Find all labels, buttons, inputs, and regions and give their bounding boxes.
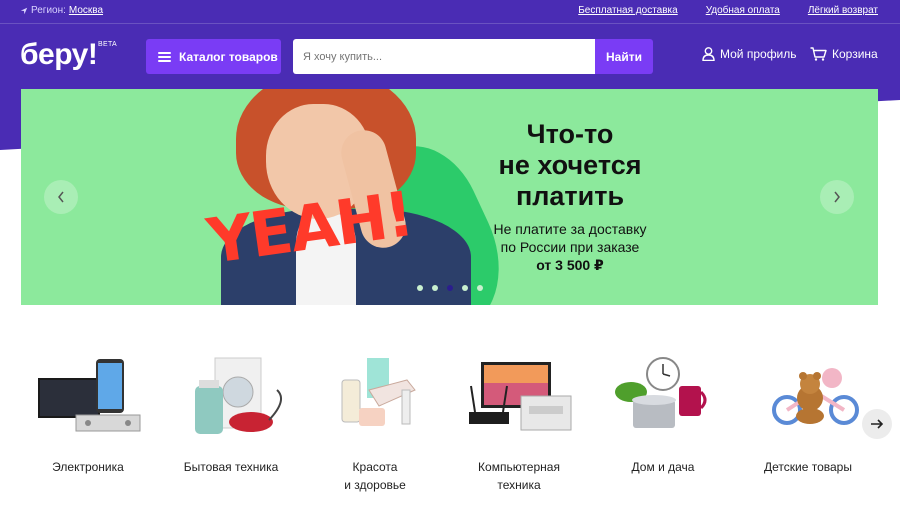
search-button[interactable]: Найти: [595, 39, 653, 74]
banner-title-line: платить: [515, 181, 625, 211]
cart-link[interactable]: Корзина: [810, 47, 878, 61]
electronics-icon: [38, 359, 141, 432]
logo[interactable]: беру!: [20, 36, 98, 74]
banner-subtitle: Не платите за доставку по России при зак…: [441, 220, 699, 274]
promo-banner[interactable]: YEAH! Что-то не хочется платить Не плати…: [21, 89, 878, 305]
banner-title-line: Что-то: [526, 119, 614, 149]
computer-icon: [469, 362, 572, 431]
search-input[interactable]: [293, 39, 595, 74]
category-label: Детские товары: [764, 460, 852, 474]
carousel-prev-button[interactable]: [44, 180, 78, 214]
category-label: Бытовая техника: [183, 460, 279, 474]
banner-subtitle-line: по России при заказе: [500, 239, 640, 255]
chevron-right-icon: [834, 191, 840, 203]
payment-link[interactable]: Удобная оплата: [706, 5, 780, 16]
appliances-icon: [195, 357, 283, 434]
logo-beta-badge: BETA: [98, 41, 117, 48]
profile-link[interactable]: Мой профиль: [702, 47, 797, 61]
returns-link[interactable]: Лёгкий возврат: [808, 5, 878, 16]
carousel-dot[interactable]: [417, 285, 423, 291]
category-label: Красота и здоровье: [344, 460, 406, 492]
catalog-button-label: Каталог товаров: [179, 49, 278, 64]
carousel-dot[interactable]: [477, 285, 483, 291]
user-icon: [702, 47, 715, 61]
chevron-left-icon: [58, 191, 64, 203]
region-selector[interactable]: Регион: Москва: [20, 5, 103, 16]
cart-label: Корзина: [832, 47, 878, 61]
categories-next-button[interactable]: [862, 409, 892, 439]
category-label: Дом и дача: [631, 460, 695, 474]
top-links: Бесплатная доставка Удобная оплата Лёгки…: [578, 5, 878, 16]
carousel-dot-active[interactable]: [447, 285, 453, 291]
carousel-dot[interactable]: [432, 285, 438, 291]
location-arrow-icon: [20, 7, 28, 14]
beauty-icon: [341, 358, 416, 426]
banner-title-line: не хочется: [498, 150, 642, 180]
region-city[interactable]: Москва: [69, 5, 103, 16]
banner-subtitle-amount: от 3 500 ₽: [536, 257, 604, 273]
kids-icon: [772, 368, 859, 425]
banner-subtitle-line: Не платите за доставку: [493, 221, 647, 237]
catalog-button[interactable]: Каталог товаров: [146, 39, 281, 74]
region-label: Регион:: [31, 5, 66, 16]
carousel-next-button[interactable]: [820, 180, 854, 214]
free-delivery-link[interactable]: Бесплатная доставка: [578, 5, 677, 16]
category-label: Электроника: [52, 460, 124, 474]
top-bar: Регион: Москва Бесплатная доставка Удобн…: [0, 0, 900, 24]
banner-title: Что-то не хочется платить: [441, 119, 699, 212]
profile-label: Мой профиль: [720, 47, 797, 61]
carousel-dots: [417, 285, 483, 291]
cart-icon: [810, 47, 827, 61]
carousel-dot[interactable]: [462, 285, 468, 291]
home-icon: [615, 357, 707, 428]
category-label: Компьютерная техника: [478, 460, 560, 492]
hamburger-menu-icon: [158, 51, 171, 62]
arrow-right-icon: [871, 419, 884, 429]
category-row: Электроника Бытовая техника Красота и зд…: [20, 350, 870, 500]
